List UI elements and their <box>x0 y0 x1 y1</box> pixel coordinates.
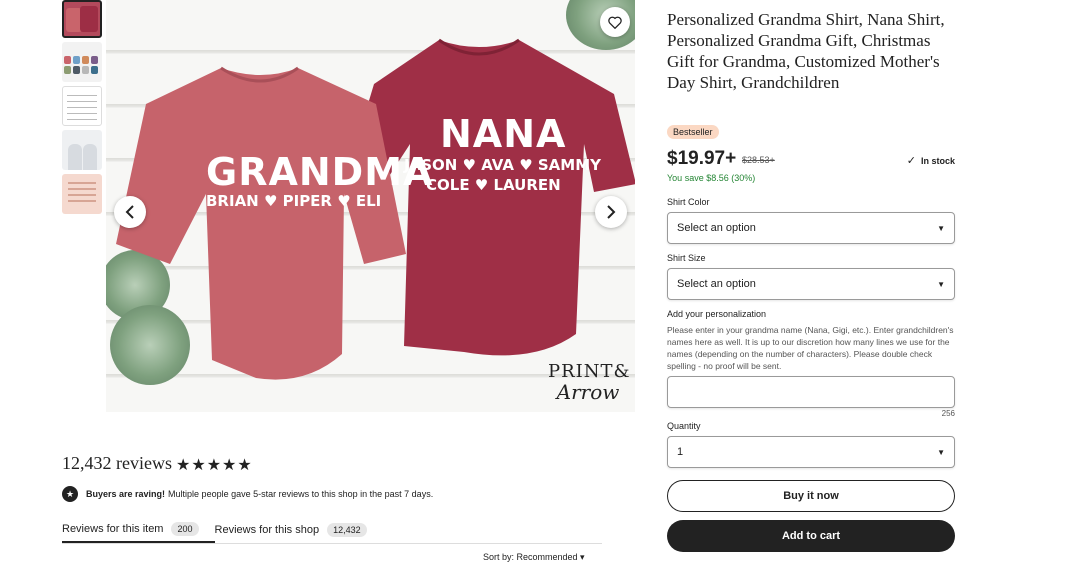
chevron-right-icon <box>607 205 616 219</box>
product-main-image: GRANDMA BRIAN ♥ PIPER ♥ ELI NANA JASON ♥… <box>106 0 635 412</box>
thumbnail-3[interactable] <box>62 86 102 126</box>
thumbnail-2[interactable] <box>62 42 102 82</box>
personalization-label: Add your personalization <box>667 309 767 319</box>
caret-down-icon: ▼ <box>937 447 945 457</box>
check-icon: ✓ <box>906 155 916 167</box>
shirt-size-value: Select an option <box>677 278 756 290</box>
personalization-instructions: Please enter in your grandma name (Nana,… <box>667 325 954 371</box>
heart-icon <box>608 16 622 29</box>
favorite-button[interactable] <box>600 7 630 37</box>
brand-logo: PRINT& Arrow <box>548 361 631 404</box>
savings-text: You save $8.56 (30%) <box>667 173 756 183</box>
next-image-button[interactable] <box>595 196 627 228</box>
review-tabs: Reviews for this item 200 Reviews for th… <box>62 517 602 544</box>
chevron-left-icon <box>125 205 134 219</box>
original-price: $28.53+ <box>742 155 775 165</box>
left-shirt-names: BRIAN ♥ PIPER ♥ ELI <box>206 192 382 210</box>
previous-image-button[interactable] <box>114 196 146 228</box>
thumbnail-5[interactable] <box>62 174 102 214</box>
quantity-value: 1 <box>677 446 684 458</box>
personalization-textarea[interactable] <box>667 376 955 408</box>
caret-down-icon: ▼ <box>937 279 945 289</box>
right-shirt-title: NANA <box>440 112 567 156</box>
tab-reviews-item-count: 200 <box>171 522 199 536</box>
tab-reviews-item-label: Reviews for this item <box>62 523 164 535</box>
tab-reviews-shop-count: 12,432 <box>327 523 367 537</box>
buyers-raving-notice: ★ Buyers are raving! Multiple people gav… <box>62 486 433 502</box>
add-to-cart-button[interactable]: Add to cart <box>667 520 955 552</box>
thumbnail-1[interactable] <box>62 0 102 38</box>
tab-reviews-shop[interactable]: Reviews for this shop 12,432 <box>215 517 383 543</box>
thumbnail-strip <box>62 0 102 218</box>
stock-label: In stock <box>920 155 955 166</box>
shirt-size-select[interactable]: Select an option ▼ <box>667 268 955 300</box>
left-shirt-title: GRANDMA <box>206 150 434 194</box>
left-shirt <box>116 66 406 380</box>
shirt-size-label: Shirt Size <box>667 253 706 263</box>
tab-reviews-shop-label: Reviews for this shop <box>214 524 320 536</box>
reviews-title: 12,432 reviews <box>62 453 172 473</box>
bestseller-badge: Bestseller <box>667 125 719 139</box>
sort-dropdown[interactable]: Sort by: Recommended ▾ <box>483 552 585 563</box>
quantity-label: Quantity <box>667 421 701 431</box>
shirt-color-value: Select an option <box>677 222 756 234</box>
buy-now-button[interactable]: Buy it now <box>667 480 955 512</box>
star-badge-icon: ★ <box>62 486 78 502</box>
thumbnail-4[interactable] <box>62 130 102 170</box>
product-title: Personalized Grandma Shirt, Nana Shirt, … <box>667 10 945 92</box>
quantity-select[interactable]: 1 ▼ <box>667 436 955 468</box>
shirt-color-select[interactable]: Select an option ▼ <box>667 212 955 244</box>
product-price: $19.97+ <box>667 148 737 169</box>
stock-status: ✓ In stock <box>907 154 955 167</box>
raving-text: Multiple people gave 5-star reviews to t… <box>168 489 434 499</box>
tab-reviews-item[interactable]: Reviews for this item 200 <box>62 517 215 543</box>
raving-bold: Buyers are raving! <box>86 489 166 499</box>
right-shirt-names-2: COLE ♥ LAUREN <box>426 176 561 194</box>
brand-logo-line2: Arrow <box>556 380 620 404</box>
shirt-color-label: Shirt Color <box>667 197 710 207</box>
character-count: 256 <box>941 409 955 418</box>
right-shirt-names-1: JASON ♥ AVA ♥ SAMMY <box>404 156 601 174</box>
star-rating: ★★★★★ <box>176 457 253 474</box>
caret-down-icon: ▼ <box>937 223 945 233</box>
brand-logo-line1: PRINT& <box>548 361 631 382</box>
